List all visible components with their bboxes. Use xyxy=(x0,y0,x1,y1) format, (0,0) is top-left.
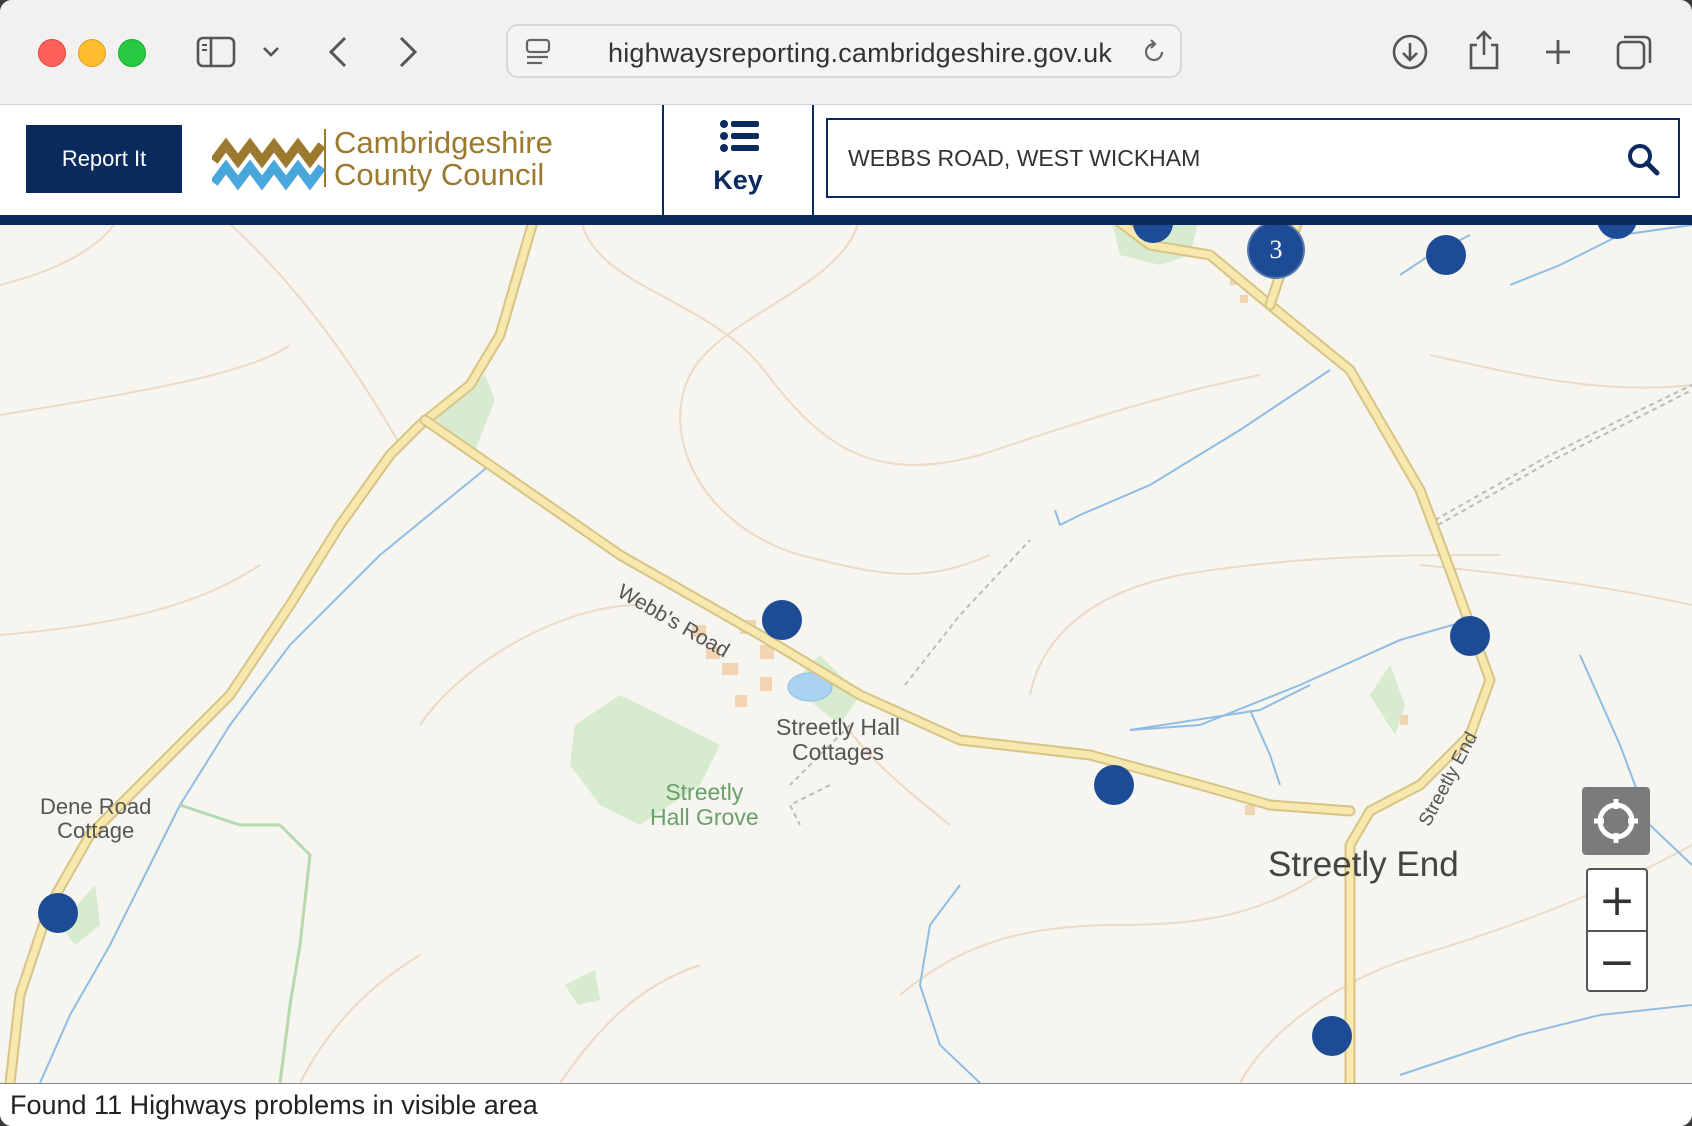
forward-icon[interactable] xyxy=(390,32,426,72)
search-box xyxy=(826,118,1680,198)
new-tab-icon[interactable] xyxy=(1538,32,1578,72)
logo-line-1: Cambridgeshire xyxy=(334,125,553,160)
reload-icon[interactable] xyxy=(1140,38,1168,70)
report-it-button[interactable]: Report It xyxy=(26,125,182,193)
logo-divider xyxy=(324,129,326,187)
place-label-streetly-hall-grove: Streetly Hall Grove xyxy=(650,780,759,830)
problem-marker[interactable] xyxy=(1426,235,1466,275)
problem-marker[interactable] xyxy=(1450,616,1490,656)
label-line: Streetly xyxy=(665,779,744,805)
maximize-window-button[interactable] xyxy=(118,39,146,67)
problem-marker[interactable] xyxy=(1312,1016,1352,1056)
problem-marker[interactable] xyxy=(1094,765,1134,805)
sidebar-toggle-icon[interactable] xyxy=(194,34,238,70)
search-input[interactable] xyxy=(848,120,1608,196)
logo-text: Cambridgeshire County Council xyxy=(334,127,553,191)
map-canvas[interactable]: Webb's Road Streetly Hall Cottages Stree… xyxy=(0,225,1692,1083)
council-logo[interactable]: Cambridgeshire County Council xyxy=(212,123,553,193)
minimize-window-button[interactable] xyxy=(78,39,106,67)
label-line: Streetly Hall xyxy=(776,714,900,740)
problem-marker[interactable] xyxy=(762,600,802,640)
chevron-down-icon[interactable] xyxy=(258,40,284,64)
place-label-streetly-hall-cottages: Streetly Hall Cottages xyxy=(776,715,900,765)
zoom-in-button[interactable]: + xyxy=(1588,870,1646,930)
map-basemap xyxy=(0,225,1692,1083)
back-icon[interactable] xyxy=(320,32,356,72)
search-icon[interactable] xyxy=(1626,142,1660,176)
label-line: Dene Road xyxy=(40,794,152,819)
page-settings-icon[interactable] xyxy=(524,38,554,70)
status-text: Found 11 Highways problems in visible ar… xyxy=(10,1090,538,1120)
crosshair-icon xyxy=(1594,799,1638,843)
zoom-out-button[interactable]: − xyxy=(1588,932,1646,992)
tab-overview-icon[interactable] xyxy=(1612,30,1656,74)
logo-line-2: County Council xyxy=(334,157,545,192)
zoom-control: + − xyxy=(1586,868,1648,992)
status-bar: Found 11 Highways problems in visible ar… xyxy=(0,1083,1692,1126)
browser-toolbar: highwaysreporting.cambridgeshire.gov.uk xyxy=(0,0,1692,105)
place-label-dene-road-cottage: Dene Road Cottage xyxy=(40,795,151,843)
council-logo-icon xyxy=(212,137,324,191)
list-icon xyxy=(720,120,759,152)
url-text: highwaysreporting.cambridgeshire.gov.uk xyxy=(608,38,1113,68)
place-label-streetly-end: Streetly End xyxy=(1268,845,1459,884)
key-label: Key xyxy=(713,165,763,195)
close-window-button[interactable] xyxy=(38,39,66,67)
label-line: Hall Grove xyxy=(650,804,759,830)
problem-marker[interactable] xyxy=(38,893,78,933)
label-line: Cottage xyxy=(57,818,135,843)
locate-me-button[interactable] xyxy=(1582,787,1650,855)
label-line: Cottages xyxy=(791,739,885,765)
share-icon[interactable] xyxy=(1462,26,1506,74)
app-header: Report It Cambridgeshire County Council … xyxy=(0,105,1692,225)
key-button[interactable]: Key xyxy=(662,105,814,215)
download-icon[interactable] xyxy=(1388,30,1432,74)
browser-window: highwaysreporting.cambridgeshire.gov.uk … xyxy=(0,0,1692,1126)
address-bar[interactable]: highwaysreporting.cambridgeshire.gov.uk xyxy=(506,24,1182,78)
